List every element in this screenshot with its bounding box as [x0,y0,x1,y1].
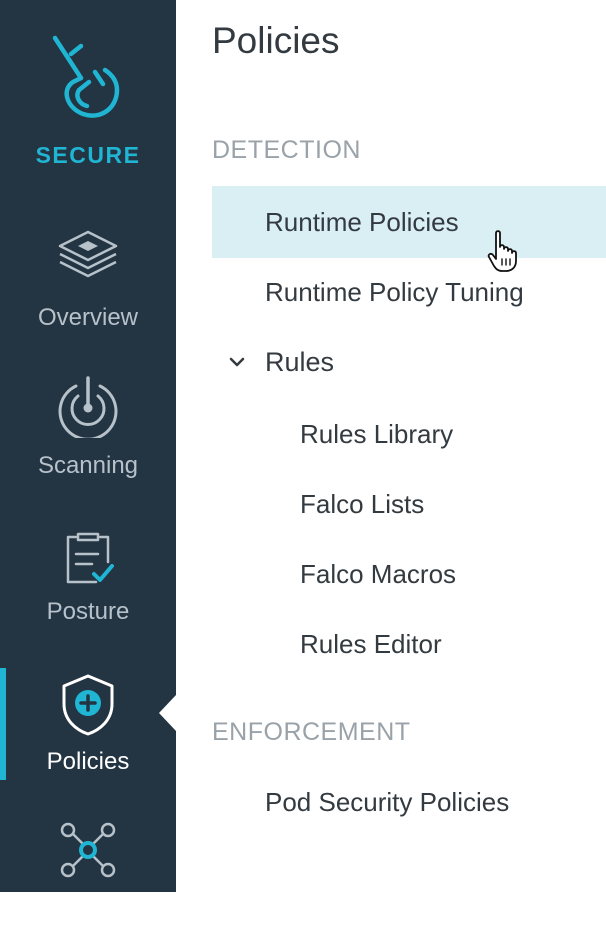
sidebar-item-network[interactable] [0,820,176,940]
menu-item-label: Pod Security Policies [265,787,510,817]
section-label-enforcement: ENFORCEMENT [212,718,411,746]
menu-group-rules[interactable]: Rules [212,334,606,392]
page-title: Policies [212,20,340,61]
sidebar-item-label: Posture [46,598,130,625]
layers-icon [58,230,118,278]
menu-group-label: Rules [265,347,335,377]
sidebar: SECURE Overview Scanning Posture Policie… [0,0,176,892]
active-indicator [0,668,6,780]
sidebar-item-label: Overview [37,304,139,331]
menu-item-rules-editor[interactable]: Rules Editor [212,616,606,674]
menu-item-runtime-policy-tuning[interactable]: Runtime Policy Tuning [212,264,606,322]
menu-item-falco-macros[interactable]: Falco Macros [212,546,606,604]
network-nodes-icon [60,822,116,878]
menu-item-label: Runtime Policy Tuning [265,277,524,307]
sidebar-item-posture[interactable]: Posture [0,528,176,648]
panel-pointer [159,695,176,731]
sidebar-item-policies[interactable]: Policies [0,672,176,792]
brand[interactable]: SECURE [0,0,176,190]
menu-item-runtime-policies[interactable]: Runtime Policies [212,186,606,258]
clipboard-check-icon [66,532,114,584]
menu-item-label: Falco Lists [300,489,425,519]
menu-item-label: Rules Library [300,419,454,449]
menu-item-rules-library[interactable]: Rules Library [212,406,606,464]
menu-item-label: Runtime Policies [265,207,459,237]
menu-item-label: Rules Editor [300,629,442,659]
sidebar-item-label: Policies [46,748,130,775]
secure-logo-icon [52,35,120,118]
menu-item-label: Falco Macros [300,559,457,589]
menu-item-falco-lists[interactable]: Falco Lists [212,476,606,534]
hand-cursor-icon [487,230,517,272]
brand-name: SECURE [35,142,141,168]
sidebar-item-scanning[interactable]: Scanning [0,374,176,494]
sidebar-item-overview[interactable]: Overview [0,222,176,342]
menu-item-pod-security-policies[interactable]: Pod Security Policies [212,774,606,832]
chevron-down-icon [229,357,245,367]
scan-gauge-icon [58,376,118,438]
policies-menu-panel: Policies DETECTION Runtime Policies Runt… [176,0,606,892]
section-label-detection: DETECTION [212,136,361,164]
shield-plus-icon [62,674,114,736]
sidebar-item-label: Scanning [37,452,139,479]
